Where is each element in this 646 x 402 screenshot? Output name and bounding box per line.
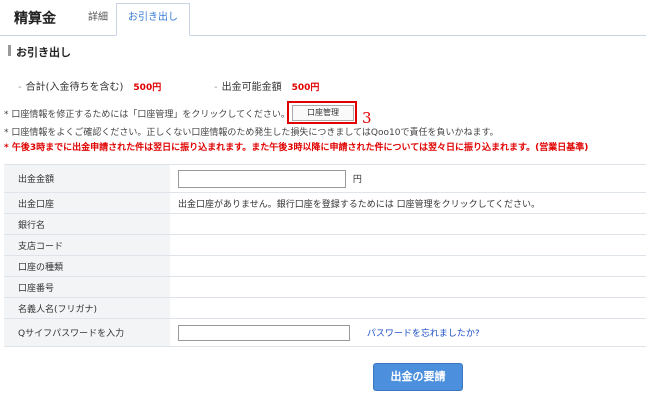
bank-value [170, 213, 646, 235]
bullet-icon: - [18, 82, 22, 93]
withdrawal-form: 出金金額 円 出金口座 出金口座がありません。銀行口座を登録するためには 口座管… [4, 164, 646, 347]
table-row: 銀行名 [4, 213, 646, 235]
available-label: 出金可能金額 [221, 82, 282, 93]
account-number-label: 口座番号 [4, 276, 170, 298]
table-row: 名義人名(フリガナ) [4, 297, 646, 319]
section-title: お引き出し [8, 44, 71, 60]
branch-label: 支店コード [4, 234, 170, 256]
holder-label: 名義人名(フリガナ) [4, 297, 170, 319]
account-value: 出金口座がありません。銀行口座を登録するためには 口座管理をクリックしてください… [170, 192, 646, 214]
submit-withdrawal-button[interactable]: 出金の要請 [373, 363, 463, 391]
total-amount: 500円 [133, 83, 162, 93]
amount-unit: 円 [352, 175, 362, 185]
password-label: Qサイフパスワードを入力 [4, 318, 170, 347]
table-row: 支店コード [4, 234, 646, 256]
page-header: 精算金 詳細 お引き出し [0, 0, 646, 36]
account-type-value [170, 255, 646, 277]
available-amount: 500円 [291, 83, 320, 93]
branch-value [170, 234, 646, 256]
table-row: 口座番号 [4, 276, 646, 298]
table-row: 出金口座 出金口座がありません。銀行口座を登録するためには 口座管理をクリックし… [4, 192, 646, 214]
account-type-label: 口座の種類 [4, 255, 170, 277]
holder-value [170, 297, 646, 319]
amount-input[interactable] [178, 169, 346, 188]
bank-label: 銀行名 [4, 213, 170, 235]
total-summary: - 合計(入金待ちを含む) 500円 [18, 78, 161, 93]
password-input[interactable] [178, 324, 350, 341]
available-summary: - 出金可能金額 500円 [214, 78, 319, 93]
transfer-time-note: * 午後3時までに出金申請された件は翌日に振り込まれます。また午後3時以降に申請… [4, 143, 589, 153]
forgot-password-link[interactable]: パスワードを忘れましたか? [367, 329, 480, 339]
bullet-icon: - [214, 82, 218, 93]
table-row: 出金金額 円 [4, 164, 646, 193]
account-management-button[interactable]: 口座管理 [292, 105, 354, 121]
account-number-value [170, 276, 646, 298]
account-check-note: * 口座情報をよくご確認ください。正しくない口座情報のため発生した損失につきまし… [4, 128, 499, 138]
tab-withdraw[interactable]: お引き出し [116, 3, 190, 36]
amount-label: 出金金額 [4, 164, 170, 193]
page-title: 精算金 [14, 11, 56, 27]
table-row: Qサイフパスワードを入力 パスワードを忘れましたか? [4, 318, 646, 347]
account-edit-note: * 口座情報を修正するためには「口座管理」をクリックしてください。 [4, 110, 290, 120]
table-row: 口座の種類 [4, 255, 646, 277]
tab-details[interactable]: 詳細 [84, 4, 112, 37]
total-label: 合計(入金待ちを含む) [25, 82, 124, 93]
account-label: 出金口座 [4, 192, 170, 214]
